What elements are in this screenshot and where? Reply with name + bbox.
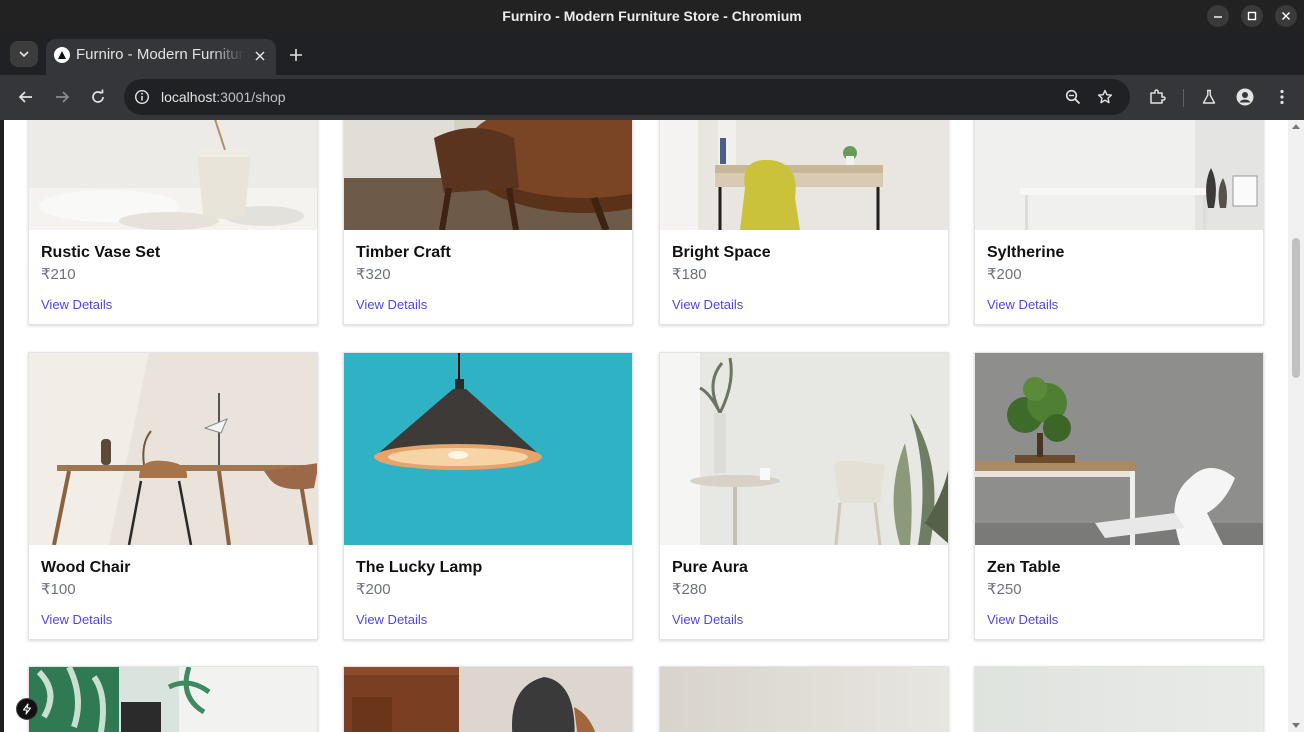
tab-title: Furniro - Modern Furniture Store [76, 46, 244, 63]
extensions-button[interactable] [1146, 86, 1168, 108]
product-name: Rustic Vase Set [41, 244, 161, 261]
window-title: Furniro - Modern Furniture Store - Chrom… [502, 8, 802, 24]
view-details-link[interactable]: View Details [356, 612, 427, 627]
browser-toolbar: localhost:3001/shop [0, 75, 1304, 120]
arrow-right-icon [56, 91, 70, 103]
product-card[interactable] [343, 666, 633, 732]
product-price: ₹210 [41, 266, 76, 283]
product-card[interactable]: Bright Space ₹180 View Details [659, 120, 949, 325]
lightning-icon [22, 703, 32, 715]
forward-button[interactable] [51, 86, 73, 108]
product-image [975, 353, 1263, 545]
product-price: ₹200 [356, 581, 391, 598]
site-info-icon[interactable] [131, 86, 153, 108]
product-image [344, 353, 632, 545]
url-path: :3001/shop [216, 89, 286, 105]
product-price: ₹180 [672, 266, 707, 283]
reload-icon [92, 89, 104, 103]
address-bar[interactable]: localhost:3001/shop [124, 79, 1130, 115]
minimize-icon [1214, 16, 1222, 18]
close-window-button[interactable] [1275, 5, 1297, 27]
zoom-out-icon [1065, 89, 1081, 105]
product-name: Bright Space [672, 244, 771, 261]
flask-icon [1202, 89, 1216, 104]
scroll-thumb[interactable] [1292, 238, 1300, 378]
maximize-icon [1247, 11, 1257, 21]
new-tab-button[interactable] [286, 45, 306, 65]
dev-tools-badge[interactable] [16, 698, 38, 720]
tab-close-button[interactable] [252, 48, 268, 64]
product-card[interactable] [659, 666, 949, 732]
star-icon [1097, 89, 1113, 104]
window-edge [0, 120, 4, 732]
product-image [29, 120, 317, 230]
product-image [975, 667, 1263, 732]
product-image [29, 353, 317, 545]
maximize-button[interactable] [1241, 5, 1263, 27]
view-details-link[interactable]: View Details [41, 297, 112, 312]
close-icon [255, 51, 265, 61]
profile-button[interactable] [1234, 86, 1256, 108]
product-name: Syltherine [987, 244, 1065, 261]
product-price: ₹280 [672, 581, 707, 598]
product-price: ₹100 [41, 581, 76, 598]
view-details-link[interactable]: View Details [356, 297, 427, 312]
view-details-link[interactable]: View Details [672, 297, 743, 312]
minimize-button[interactable] [1207, 5, 1229, 27]
product-image [660, 120, 948, 230]
product-price: ₹250 [987, 581, 1022, 598]
tab-furniro[interactable]: Furniro - Modern Furniture Store [46, 39, 276, 75]
product-image [660, 353, 948, 545]
scroll-down-arrow[interactable] [1292, 723, 1300, 728]
product-name: Wood Chair [41, 559, 131, 576]
product-price: ₹320 [356, 266, 391, 283]
view-details-link[interactable]: View Details [672, 612, 743, 627]
product-card[interactable]: Zen Table ₹250 View Details [974, 352, 1264, 640]
view-details-link[interactable]: View Details [987, 297, 1058, 312]
arrow-left-icon [18, 91, 32, 103]
url-text: localhost:3001/shop [161, 89, 286, 105]
more-vert-icon [1280, 89, 1284, 105]
url-host: localhost [161, 89, 217, 105]
product-card[interactable] [28, 666, 318, 732]
zoom-button[interactable] [1062, 86, 1084, 108]
product-image [660, 667, 948, 732]
chevron-down-icon [19, 51, 29, 58]
scroll-up-arrow[interactable] [1292, 124, 1300, 129]
product-card[interactable]: Rustic Vase Set ₹210 View Details [28, 120, 318, 325]
product-name: Pure Aura [672, 559, 748, 576]
plus-icon [290, 49, 302, 61]
window-titlebar: Furniro - Modern Furniture Store - Chrom… [0, 0, 1304, 33]
product-card[interactable]: The Lucky Lamp ₹200 View Details [343, 352, 633, 640]
product-image [29, 667, 317, 732]
product-card[interactable]: Pure Aura ₹280 View Details [659, 352, 949, 640]
product-image [975, 120, 1263, 230]
product-card[interactable] [974, 666, 1264, 732]
product-price: ₹200 [987, 266, 1022, 283]
puzzle-icon [1150, 89, 1166, 104]
reload-button[interactable] [87, 86, 109, 108]
product-card[interactable]: Timber Craft ₹320 View Details [343, 120, 633, 325]
product-card[interactable]: Syltherine ₹200 View Details [974, 120, 1264, 325]
bookmark-button[interactable] [1094, 86, 1116, 108]
view-details-link[interactable]: View Details [987, 612, 1058, 627]
close-icon [1282, 12, 1290, 20]
product-image [344, 667, 632, 732]
favicon-icon [54, 47, 70, 63]
view-details-link[interactable]: View Details [41, 612, 112, 627]
menu-button[interactable] [1271, 86, 1293, 108]
page-viewport: Rustic Vase Set ₹210 View Details Timber… [0, 120, 1304, 732]
back-button[interactable] [15, 86, 37, 108]
profile-icon [1236, 88, 1254, 106]
product-name: Timber Craft [356, 244, 451, 261]
product-card[interactable]: Wood Chair ₹100 View Details [28, 352, 318, 640]
labs-button[interactable] [1198, 86, 1220, 108]
page-scrollbar[interactable] [1288, 120, 1304, 732]
product-image [344, 120, 632, 230]
tab-strip: Furniro - Modern Furniture Store [0, 33, 1304, 75]
toolbar-separator [1183, 89, 1184, 107]
product-name: The Lucky Lamp [356, 559, 483, 576]
product-name: Zen Table [987, 559, 1061, 576]
tab-search-button[interactable] [10, 41, 38, 67]
